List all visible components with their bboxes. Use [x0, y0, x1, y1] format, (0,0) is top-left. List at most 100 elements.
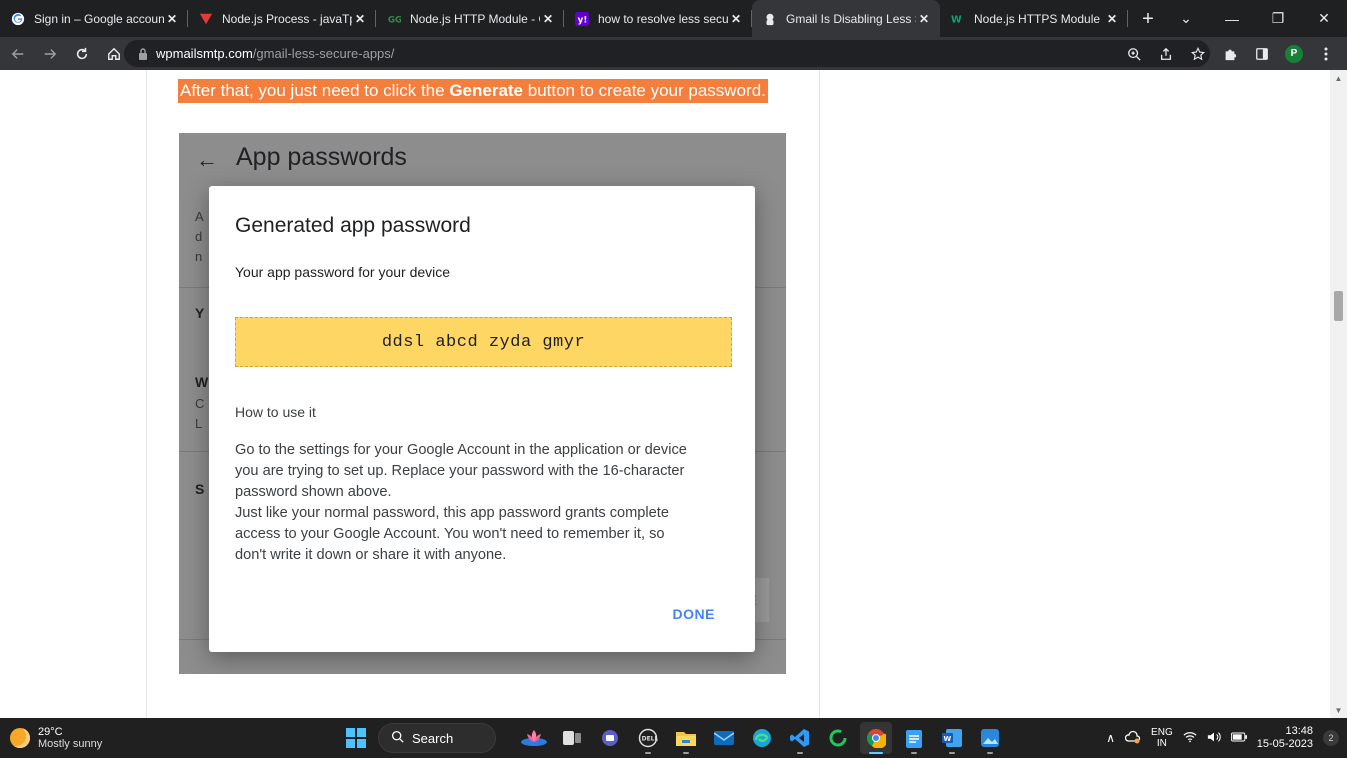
chrome-icon[interactable] [860, 722, 892, 754]
svg-text:DELL: DELL [642, 736, 658, 743]
minimize-icon[interactable]: — [1209, 0, 1255, 37]
dialog-subtitle: Your app password for your device [235, 264, 451, 280]
tab-title: Node.js HTTPS Module [974, 11, 1101, 26]
lock-icon [138, 47, 148, 60]
sun-icon [10, 728, 30, 748]
url-path: /gmail-less-secure-apps/ [252, 46, 395, 61]
tab-gmail-less-secure[interactable]: Gmail Is Disabling Less Secure Apps ✕ [752, 0, 940, 37]
language-indicator[interactable]: ENG IN [1151, 727, 1173, 749]
weather-condition: Mostly sunny [38, 738, 103, 750]
weather-temperature: 29°C [38, 726, 63, 738]
browser-tab-strip: Sign in – Google accounts ✕ Node.js Proc… [0, 0, 1347, 37]
vscode-icon[interactable] [784, 722, 816, 754]
search-label: Search [412, 730, 454, 746]
reload-icon[interactable] [68, 40, 96, 68]
article-screenshot-app-passwords: ← App passwords A d n Y W C L S ⋮ Genera… [179, 133, 786, 674]
address-bar[interactable]: wpmailsmtp.com/gmail-less-secure-apps/ [124, 40, 1210, 67]
generated-password-dialog: Generated app password Your app password… [209, 186, 755, 652]
tab-close-icon[interactable]: ✕ [916, 11, 932, 27]
forward-arrow-icon[interactable] [36, 40, 64, 68]
search-icon [391, 730, 404, 746]
clock[interactable]: 13:48 15-05-2023 [1257, 725, 1313, 751]
photos-icon[interactable] [974, 722, 1006, 754]
tab-nodejs-https[interactable]: W Node.js HTTPS Module ✕ [940, 0, 1128, 37]
edge-icon[interactable] [746, 722, 778, 754]
scroll-up-icon[interactable]: ▲ [1330, 70, 1347, 86]
teams-chat-icon[interactable] [594, 722, 626, 754]
file-explorer-icon[interactable] [670, 722, 702, 754]
notepad-icon[interactable] [898, 722, 930, 754]
tab-title: Node.js Process - javaTpoint [222, 11, 352, 26]
system-tray: ∧ ENG IN 13:48 15-05-2023 2 [1106, 722, 1339, 754]
zoom-icon[interactable] [1121, 41, 1147, 67]
taskbar-apps: Search DELL W [340, 722, 1006, 754]
tray-chevron-up-icon[interactable]: ∧ [1106, 731, 1115, 745]
clipped-next-paragraph [238, 710, 778, 718]
bookmark-star-icon[interactable] [1185, 41, 1211, 67]
dell-icon[interactable]: DELL [632, 722, 664, 754]
wpmailsmtp-icon [762, 11, 778, 27]
tab-close-icon[interactable]: ✕ [1104, 11, 1120, 27]
word-icon[interactable]: W [936, 722, 968, 754]
back-arrow-icon[interactable] [4, 40, 32, 68]
window-close-icon[interactable]: ✕ [1301, 0, 1347, 37]
clock-date: 15-05-2023 [1256, 738, 1313, 750]
tab-javatpoint[interactable]: Node.js Process - javaTpoint ✕ [188, 0, 376, 37]
app-password-box: ddsl abcd zyda gmyr [235, 317, 732, 367]
tab-google-signin[interactable]: Sign in – Google accounts ✕ [0, 0, 188, 37]
how-to-use-heading: How to use it [235, 404, 316, 420]
task-view-icon[interactable] [556, 722, 588, 754]
done-button: DONE [672, 606, 715, 622]
window-controls: ⌄ — ❐ ✕ [1163, 0, 1347, 37]
scrollbar-thumb[interactable] [1334, 291, 1343, 321]
svg-text:W: W [944, 735, 952, 743]
tab-close-icon[interactable]: ✕ [352, 11, 368, 27]
scroll-down-icon[interactable]: ▼ [1330, 702, 1347, 718]
tab-title: Gmail Is Disabling Less Secure Apps [786, 11, 916, 26]
page-scrollbar[interactable]: ▲ ▼ [1330, 70, 1347, 718]
svg-text:y!: y! [578, 15, 588, 25]
mail-icon[interactable] [708, 722, 740, 754]
yahoo-icon: y! [574, 11, 590, 27]
svg-text:W: W [951, 14, 962, 25]
taskbar-search[interactable]: Search [378, 723, 496, 753]
restore-icon[interactable]: ❐ [1255, 0, 1301, 37]
screen: Sign in – Google accounts ✕ Node.js Proc… [0, 0, 1347, 758]
screenshot-heading: App passwords [236, 143, 407, 171]
tab-close-icon[interactable]: ✕ [728, 11, 744, 27]
loader-circle-icon[interactable] [822, 722, 854, 754]
highlighted-instruction: After that, you just need to click the G… [178, 79, 768, 103]
windows-start-icon[interactable] [340, 722, 372, 754]
kebab-menu-icon[interactable] [1313, 41, 1339, 67]
share-icon[interactable] [1153, 41, 1179, 67]
battery-icon[interactable] [1230, 732, 1247, 745]
svg-text:GG: GG [388, 15, 401, 25]
clock-time: 13:48 [1285, 725, 1313, 737]
tab-close-icon[interactable]: ✕ [540, 11, 556, 27]
tab-geeksforgeeks[interactable]: GG Node.js HTTP Module - GeeksforGeeks ✕ [376, 0, 564, 37]
w3schools-icon: W [950, 11, 966, 27]
extensions-puzzle-icon[interactable] [1217, 41, 1243, 67]
side-panel-icon[interactable] [1249, 41, 1275, 67]
weather-widget[interactable]: 29°C Mostly sunny [10, 722, 102, 754]
tab-search-chevron-icon[interactable]: ⌄ [1163, 0, 1209, 37]
windows-taskbar: 29°C Mostly sunny Search DELL W ∧ ENG IN… [0, 718, 1347, 758]
tab-title: Node.js HTTP Module - GeeksforGeeks [410, 11, 540, 26]
how-to-use-description: Go to the settings for your Google Accou… [235, 442, 687, 563]
profile-avatar[interactable]: P [1281, 41, 1307, 67]
url-host: wpmailsmtp.com [156, 46, 253, 61]
new-tab-button[interactable]: + [1134, 5, 1162, 33]
geeksforgeeks-icon: GG [386, 11, 402, 27]
google-g-icon [10, 11, 26, 27]
widgets-lotus-icon[interactable] [518, 722, 550, 754]
browser-toolbar: wpmailsmtp.com/gmail-less-secure-apps/ P [0, 37, 1347, 70]
tab-close-icon[interactable]: ✕ [164, 11, 180, 27]
volume-icon[interactable] [1207, 731, 1221, 746]
tab-yahoo-search[interactable]: y! how to resolve less secure app ✕ [564, 0, 752, 37]
wifi-icon[interactable] [1183, 731, 1197, 746]
screenshot-back-arrow-icon: ← [196, 147, 218, 172]
sync-cloud-icon[interactable] [1124, 730, 1141, 747]
page-content: After that, you just need to click the G… [0, 70, 1347, 718]
notification-badge[interactable]: 2 [1323, 730, 1339, 746]
javatpoint-icon [198, 11, 214, 27]
